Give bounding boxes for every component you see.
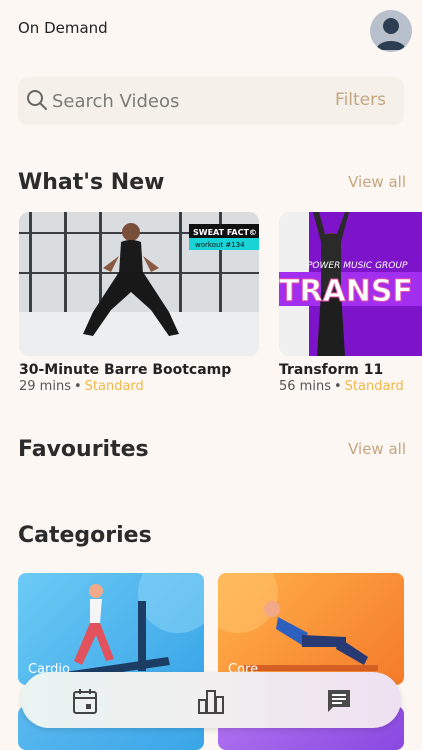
video-meta: 56 mins • Standard <box>279 379 422 394</box>
video-title: 30-Minute Barre Bootcamp <box>19 362 232 378</box>
workout-number-badge: workout #134 <box>195 241 245 249</box>
transform-workout-thumbnail: POWER MUSIC GROUP TRANSF <box>279 212 422 356</box>
search-icon <box>27 90 47 110</box>
meta-separator: • <box>333 379 342 394</box>
video-tier: Standard <box>344 379 404 394</box>
video-meta: 29 mins • Standard <box>19 379 259 394</box>
whats-new-view-all-link[interactable]: View all <box>348 173 406 191</box>
video-tier: Standard <box>84 379 144 394</box>
favourites-title: Favourites <box>18 437 149 462</box>
search-input[interactable] <box>52 77 312 125</box>
video-title: Transform 11 <box>279 362 384 378</box>
calendar-icon[interactable] <box>70 686 100 716</box>
header: On Demand <box>0 0 422 60</box>
chat-icon[interactable] <box>324 686 354 716</box>
whats-new-title: What's New <box>18 170 165 195</box>
page-title: On Demand <box>18 19 108 37</box>
category-card-core[interactable]: Core <box>218 573 404 685</box>
video-thumbnail: POWER MUSIC GROUP TRANSF <box>279 212 422 356</box>
user-silhouette-icon <box>370 10 412 52</box>
bar-chart-icon[interactable] <box>196 686 226 716</box>
video-duration: 56 mins <box>279 379 331 394</box>
search-bar: Filters <box>18 77 404 125</box>
barre-workout-thumbnail: SWEAT FACT© workout #134 <box>19 212 259 356</box>
transform-banner: TRANSF <box>279 274 413 309</box>
video-card[interactable]: POWER MUSIC GROUP TRANSF Transform 11 56… <box>279 212 422 394</box>
video-card[interactable]: SWEAT FACT© workout #134 30-Minute Barre… <box>19 212 259 394</box>
meta-separator: • <box>73 379 82 394</box>
video-duration: 29 mins <box>19 379 71 394</box>
sweat-factor-badge: SWEAT FACT© <box>193 228 257 237</box>
category-card-cardio[interactable]: Cardio <box>18 573 204 685</box>
video-thumbnail: SWEAT FACT© workout #134 <box>19 212 259 356</box>
favourites-view-all-link[interactable]: View all <box>348 440 406 458</box>
avatar[interactable] <box>370 10 412 52</box>
power-music-banner: POWER MUSIC GROUP <box>307 261 408 271</box>
filters-button[interactable]: Filters <box>335 90 386 110</box>
categories-title: Categories <box>18 523 152 548</box>
bottom-nav <box>21 672 401 728</box>
